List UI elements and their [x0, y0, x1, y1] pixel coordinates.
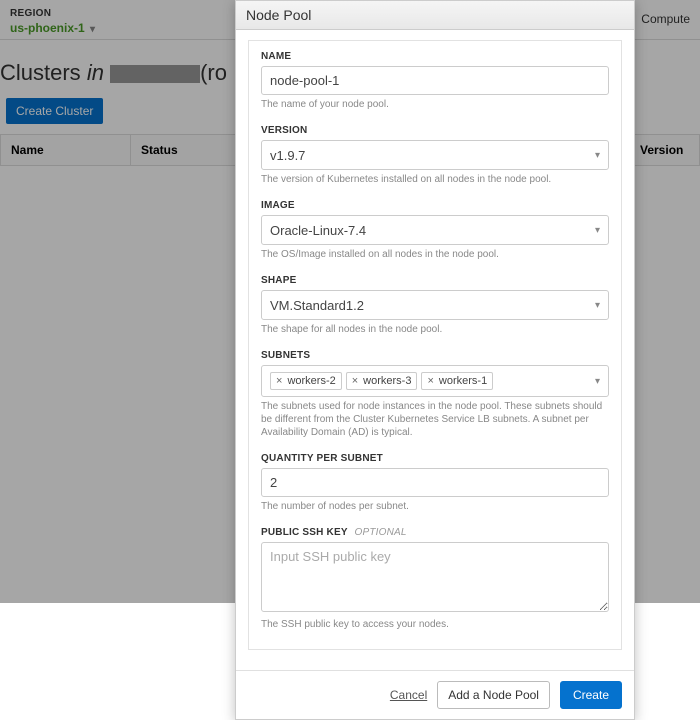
name-help: The name of your node pool.: [261, 98, 609, 111]
name-input[interactable]: [261, 66, 609, 95]
version-label: VERSION: [261, 125, 609, 136]
cancel-link[interactable]: Cancel: [390, 688, 427, 702]
node-pool-modal: Node Pool NAME The name of your node poo…: [235, 0, 635, 720]
modal-title: Node Pool: [236, 1, 634, 30]
version-help: The version of Kubernetes installed on a…: [261, 173, 609, 186]
subnets-label: SUBNETS: [261, 350, 609, 361]
shape-label: SHAPE: [261, 275, 609, 286]
image-select[interactable]: Oracle-Linux-7.4 ▾: [261, 215, 609, 245]
ssh-label: PUBLIC SSH KEY OPTIONAL: [261, 527, 609, 538]
ssh-help: The SSH public key to access your nodes.: [261, 618, 609, 631]
chevron-down-icon: ▾: [595, 150, 600, 161]
subnets-tags: ×workers-2 ×workers-3 ×workers-1: [270, 372, 595, 390]
shape-value: VM.Standard1.2: [270, 298, 364, 313]
add-node-pool-button[interactable]: Add a Node Pool: [437, 681, 550, 709]
image-help: The OS/Image installed on all nodes in t…: [261, 248, 609, 261]
name-label: NAME: [261, 51, 609, 62]
close-icon[interactable]: ×: [427, 375, 433, 387]
chevron-down-icon: ▾: [595, 376, 600, 387]
close-icon[interactable]: ×: [276, 375, 282, 387]
version-value: v1.9.7: [270, 148, 305, 163]
subnets-select[interactable]: ×workers-2 ×workers-3 ×workers-1 ▾: [261, 365, 609, 397]
subnets-help: The subnets used for node instances in t…: [261, 400, 609, 439]
quantity-input[interactable]: [261, 468, 609, 497]
subnet-tag[interactable]: ×workers-1: [421, 372, 493, 390]
chevron-down-icon: ▾: [595, 225, 600, 236]
image-value: Oracle-Linux-7.4: [270, 223, 366, 238]
shape-help: The shape for all nodes in the node pool…: [261, 323, 609, 336]
version-select[interactable]: v1.9.7 ▾: [261, 140, 609, 170]
optional-badge: OPTIONAL: [355, 527, 407, 538]
ssh-key-textarea[interactable]: [261, 542, 609, 612]
image-label: IMAGE: [261, 200, 609, 211]
create-button[interactable]: Create: [560, 681, 622, 709]
quantity-help: The number of nodes per subnet.: [261, 500, 609, 513]
close-icon[interactable]: ×: [352, 375, 358, 387]
subnet-tag[interactable]: ×workers-2: [270, 372, 342, 390]
quantity-label: QUANTITY PER SUBNET: [261, 453, 609, 464]
shape-select[interactable]: VM.Standard1.2 ▾: [261, 290, 609, 320]
subnet-tag[interactable]: ×workers-3: [346, 372, 418, 390]
chevron-down-icon: ▾: [595, 300, 600, 311]
